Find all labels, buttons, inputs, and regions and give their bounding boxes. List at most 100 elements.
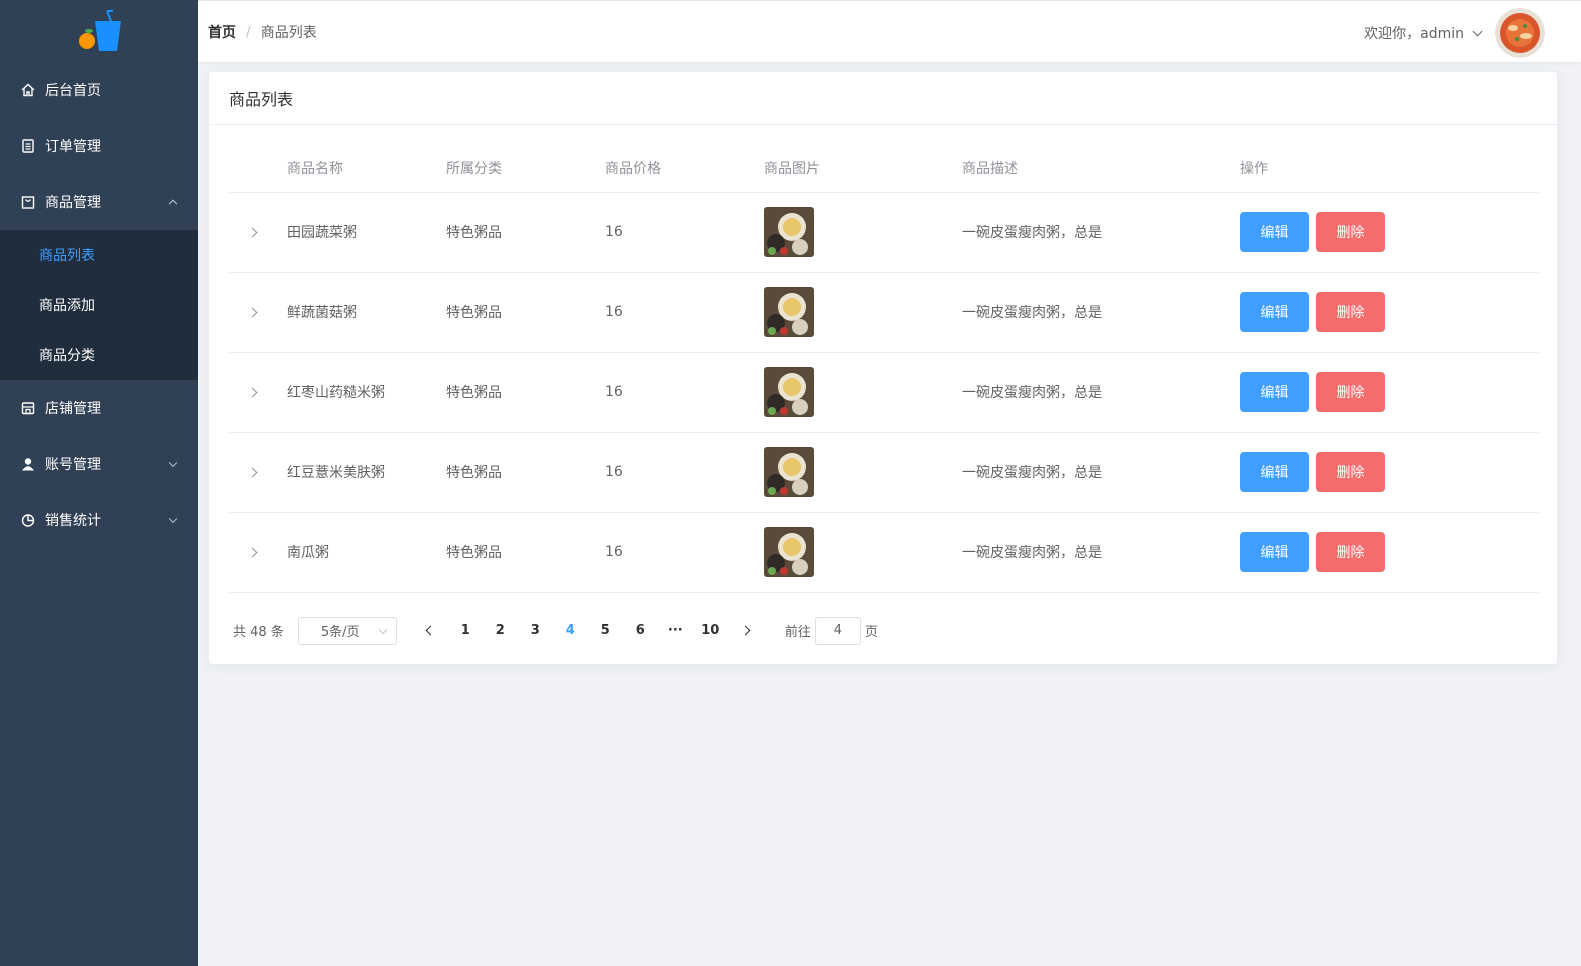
user-menu[interactable]: 欢迎你，admin (1364, 8, 1545, 58)
goods-list-card: 商品列表 商品名称 所属分类 商品价格 商品图片 商品描述 操作 田园蔬菜粥 特… (208, 71, 1558, 665)
shop-icon (20, 400, 36, 416)
page-button[interactable]: 3 (518, 617, 553, 645)
chevron-right-icon[interactable] (247, 227, 258, 237)
breadcrumb-home[interactable]: 首页 (208, 22, 236, 42)
sidebar-item-goods[interactable]: 商品管理 (0, 174, 198, 230)
delete-button[interactable]: 删除 (1316, 292, 1385, 332)
page-button[interactable]: 4 (553, 617, 588, 645)
chevron-right-icon[interactable] (247, 467, 258, 477)
breadcrumb-current: 商品列表 (260, 24, 317, 41)
sidebar-item-goods-add[interactable]: 商品添加 (0, 280, 198, 330)
edit-button[interactable]: 编辑 (1240, 292, 1309, 332)
table-header-row: 商品名称 所属分类 商品价格 商品图片 商品描述 操作 (229, 145, 1539, 193)
col-header: 商品价格 (595, 145, 754, 193)
chevron-down-icon (378, 625, 388, 634)
table-row: 田园蔬菜粥 特色粥品 16 一碗皮蛋瘦肉粥，总是 编辑 删除 (229, 192, 1539, 273)
sidebar-item-goods-category[interactable]: 商品分类 (0, 330, 198, 380)
sidebar: 后台首页 订单管理 商品管理 商品列表 商品添加 商品分类 店铺管理 账号管理 (0, 0, 198, 966)
actions-cell: 编辑 删除 (1230, 432, 1539, 513)
sidebar-item-goods-list[interactable]: 商品列表 (0, 230, 198, 280)
goods-price: 16 (595, 272, 754, 353)
goods-category: 特色粥品 (436, 192, 595, 273)
actions-cell: 编辑 删除 (1230, 272, 1539, 353)
expand-cell (229, 192, 277, 273)
actions-cell: 编辑 删除 (1230, 512, 1539, 593)
delete-button[interactable]: 删除 (1316, 212, 1385, 252)
sidebar-item-shop[interactable]: 店铺管理 (0, 380, 198, 436)
chevron-down-icon (168, 514, 178, 524)
page-button[interactable]: 5 (588, 617, 623, 645)
sidebar-item-stats[interactable]: 销售统计 (0, 492, 198, 548)
chevron-down-icon[interactable] (1472, 26, 1483, 36)
chevron-left-icon (425, 625, 436, 636)
home-icon (20, 82, 36, 98)
goods-image-cell (754, 512, 952, 593)
chevron-right-icon[interactable] (247, 387, 258, 397)
goods-image-cell (754, 192, 952, 273)
goods-name: 鲜蔬菌菇粥 (277, 272, 436, 353)
goods-image-cell (754, 272, 952, 353)
edit-button[interactable]: 编辑 (1240, 372, 1309, 412)
goods-thumbnail[interactable] (764, 287, 814, 337)
goods-category: 特色粥品 (436, 272, 595, 353)
card-title: 商品列表 (209, 72, 1557, 125)
page-button[interactable]: 1 (448, 617, 483, 645)
sidebar-item-label: 商品管理 (45, 195, 101, 211)
edit-button[interactable]: 编辑 (1240, 532, 1309, 572)
expand-cell (229, 432, 277, 513)
top-header: 首页 / 商品列表 欢迎你，admin (198, 0, 1581, 62)
goods-thumbnail[interactable] (764, 367, 814, 417)
pagination-total: 共 48 条 (233, 625, 284, 640)
sidebar-item-label: 订单管理 (45, 139, 101, 155)
sidebar-item-orders[interactable]: 订单管理 (0, 118, 198, 174)
page-button[interactable]: 6 (623, 617, 658, 645)
logo-icon (79, 10, 121, 51)
page-button[interactable]: 2 (483, 617, 518, 645)
col-expand (229, 145, 277, 193)
chevron-right-icon[interactable] (247, 307, 258, 317)
chevron-right-icon[interactable] (247, 547, 258, 557)
page-number-list: 1 2 3 4 5 6 ··· 10 (448, 617, 728, 645)
welcome-text[interactable]: 欢迎你，admin (1364, 23, 1464, 43)
page-jumper: 前往 页 (784, 616, 878, 645)
chevron-down-icon (168, 458, 178, 468)
sidebar-item-label: 店铺管理 (45, 401, 101, 417)
sidebar-item-label: 销售统计 (45, 513, 101, 529)
breadcrumb: 首页 / 商品列表 (208, 22, 317, 42)
goods-submenu: 商品列表 商品添加 商品分类 (0, 230, 198, 380)
col-header: 操作 (1230, 145, 1539, 193)
col-header: 商品图片 (754, 145, 952, 193)
delete-button[interactable]: 删除 (1316, 372, 1385, 412)
delete-button[interactable]: 删除 (1316, 452, 1385, 492)
goods-thumbnail[interactable] (764, 207, 814, 257)
goods-thumbnail[interactable] (764, 447, 814, 497)
goods-price: 16 (595, 432, 754, 513)
jumper-input[interactable] (814, 616, 861, 645)
avatar[interactable] (1495, 8, 1545, 58)
user-icon (20, 456, 36, 472)
prev-page-button[interactable] (413, 617, 448, 645)
sidebar-item-home[interactable]: 后台首页 (0, 62, 198, 118)
next-page-button[interactable] (728, 617, 763, 645)
page-button[interactable]: 10 (693, 617, 728, 645)
goods-name: 红豆薏米美肤粥 (277, 432, 436, 513)
chevron-up-icon (168, 199, 178, 209)
jumper-prefix: 前往 (784, 625, 811, 640)
goods-description: 一碗皮蛋瘦肉粥，总是 (952, 192, 1230, 273)
page-size-value: 5条/页 (320, 625, 360, 640)
goods-name: 南瓜粥 (277, 512, 436, 593)
table-row: 红枣山药糙米粥 特色粥品 16 一碗皮蛋瘦肉粥，总是 编辑 删除 (229, 352, 1539, 433)
page-size-select[interactable]: 5条/页 (297, 616, 397, 645)
pagination: 共 48 条 5条/页 123456···10 前往 页 (229, 615, 1537, 647)
delete-button[interactable]: 删除 (1316, 532, 1385, 572)
sidebar-item-account[interactable]: 账号管理 (0, 436, 198, 492)
app-logo[interactable] (0, 0, 198, 62)
edit-button[interactable]: 编辑 (1240, 212, 1309, 252)
actions-cell: 编辑 删除 (1230, 192, 1539, 273)
goods-image-cell (754, 432, 952, 513)
edit-button[interactable]: 编辑 (1240, 452, 1309, 492)
expand-cell (229, 352, 277, 433)
more-pages-button[interactable]: ··· (658, 617, 693, 645)
goods-thumbnail[interactable] (764, 527, 814, 577)
goods-description: 一碗皮蛋瘦肉粥，总是 (952, 432, 1230, 513)
